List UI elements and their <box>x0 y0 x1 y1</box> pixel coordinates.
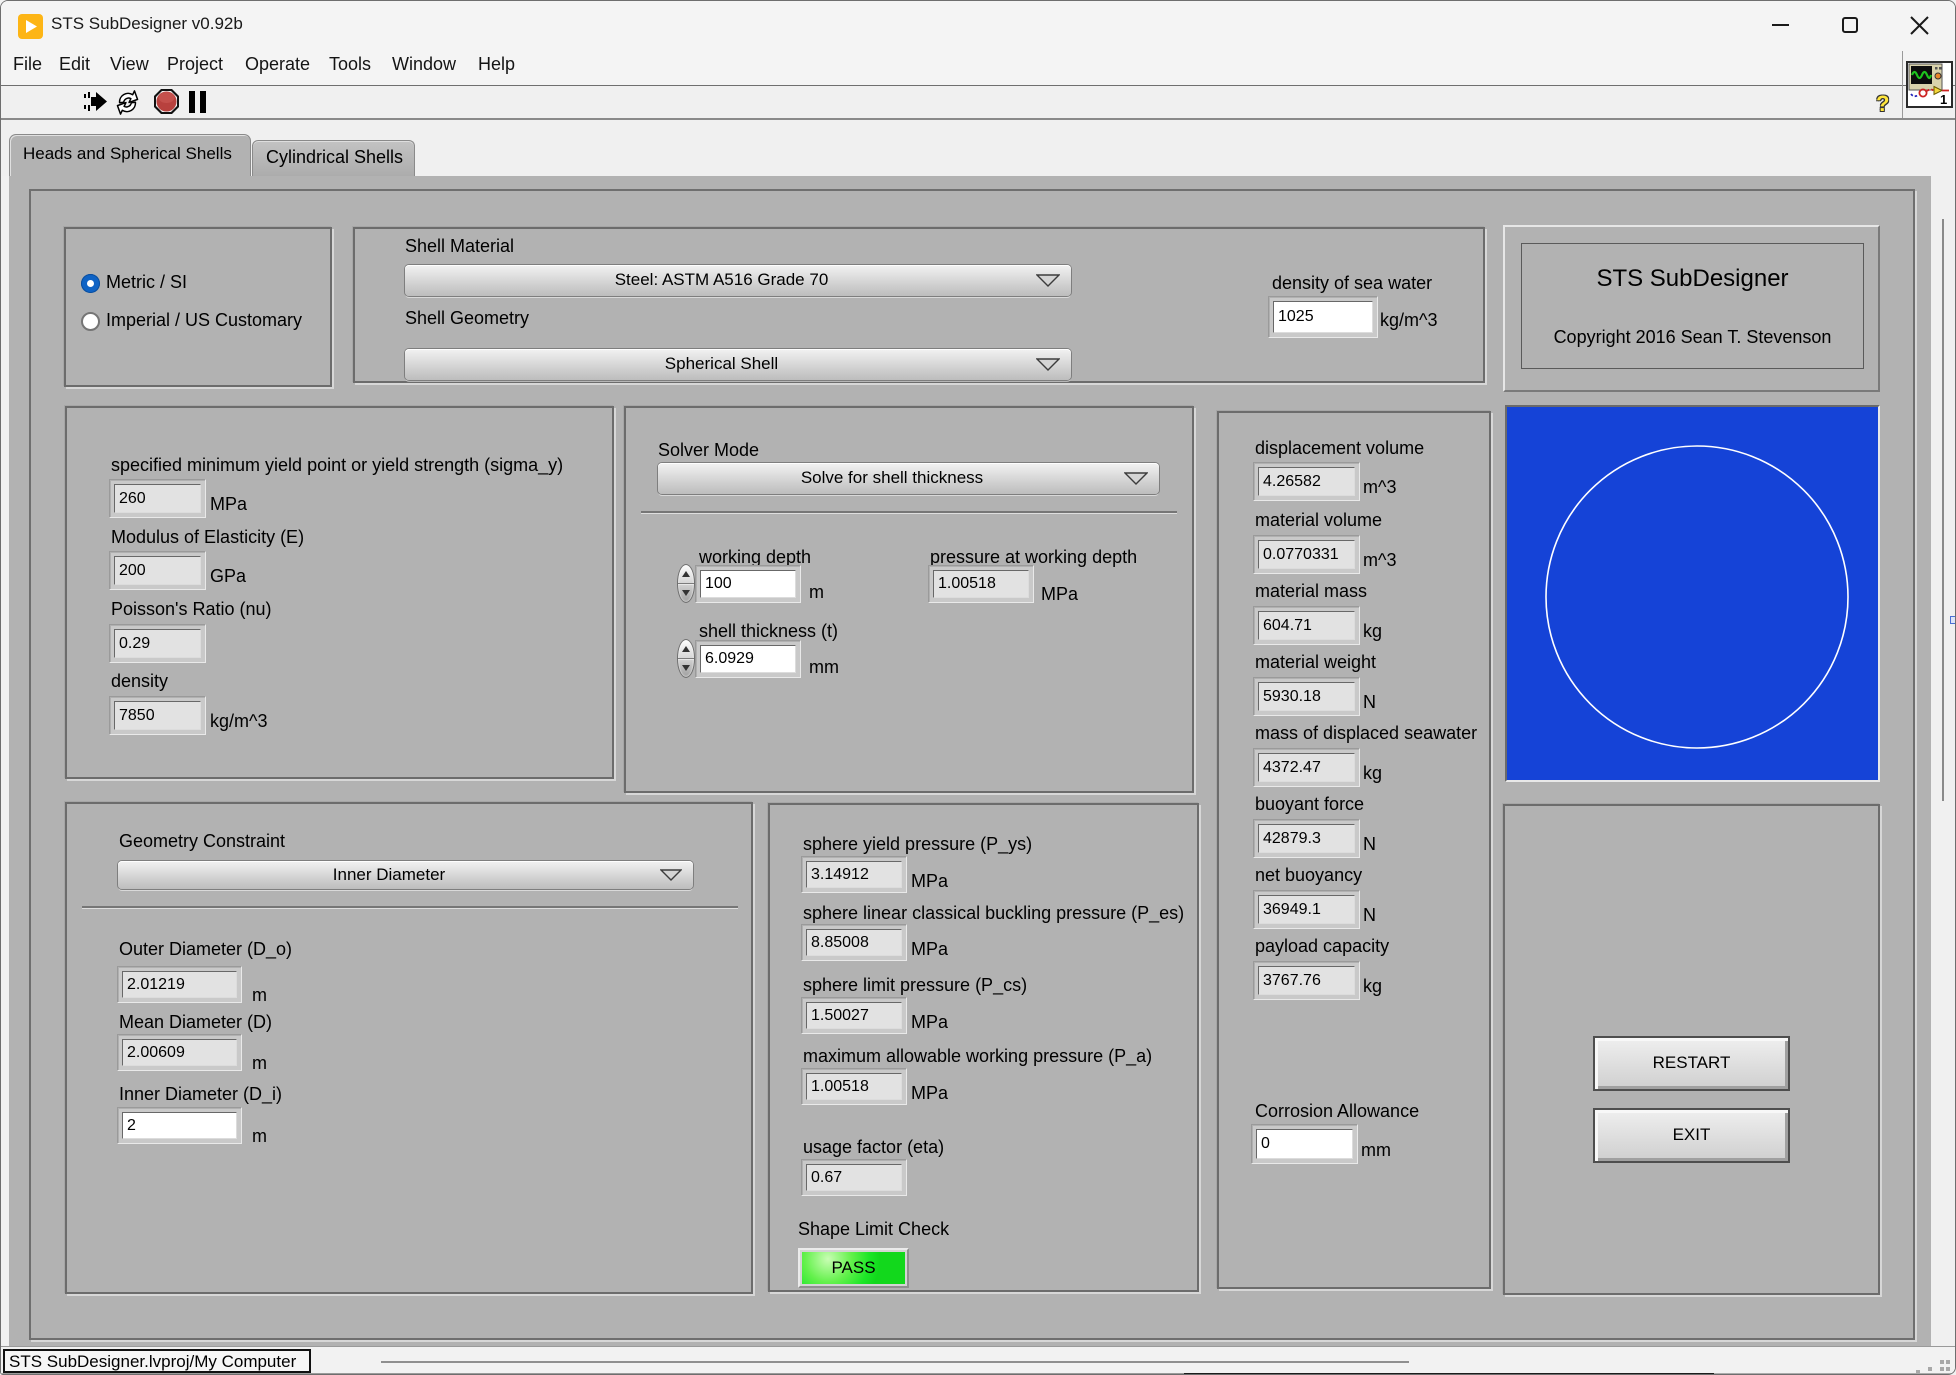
svg-text:1: 1 <box>1940 92 1947 106</box>
